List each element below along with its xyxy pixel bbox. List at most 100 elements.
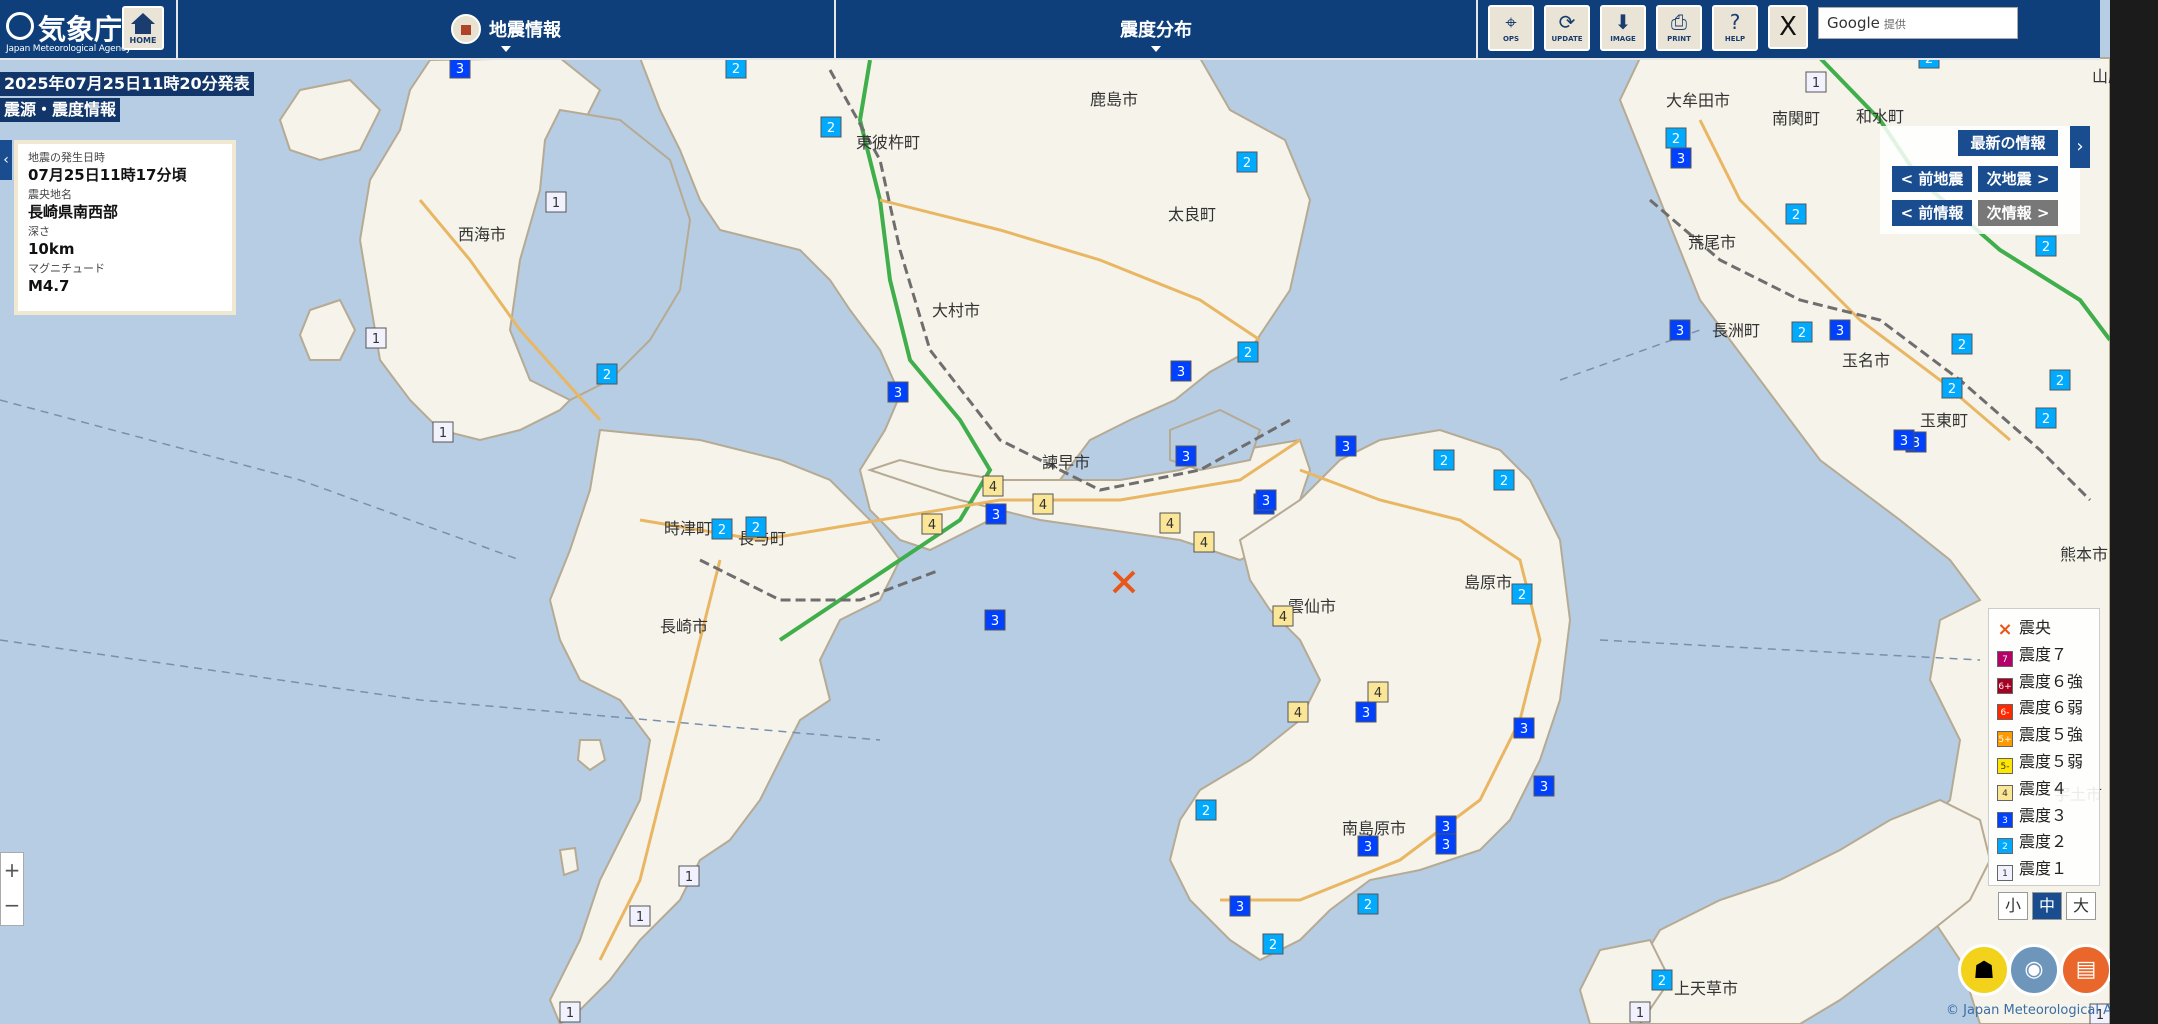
intensity-station-marker[interactable]: 4 <box>1287 701 1309 723</box>
image-button[interactable]: ⬇ IMAGE <box>1600 5 1646 51</box>
intensity-station-marker[interactable]: 1 <box>1629 1001 1651 1023</box>
intensity-station-marker[interactable]: 1 <box>365 327 387 349</box>
intensity-station-marker[interactable]: 2 <box>1511 583 1533 605</box>
x-logo-icon: X <box>1779 12 1797 42</box>
intensity-station-marker[interactable]: 2 <box>1236 151 1258 173</box>
intensity-station-marker[interactable]: 3 <box>1829 319 1851 341</box>
intensity-station-marker[interactable]: 2 <box>1493 469 1515 491</box>
intensity-station-marker[interactable]: 2 <box>1651 969 1673 991</box>
intensity-station-marker[interactable]: 2 <box>1951 333 1973 355</box>
intensity-station-marker[interactable]: 3 <box>1893 429 1915 451</box>
city-label: 和水町 <box>1856 107 1904 126</box>
intensity-station-marker[interactable]: 2 <box>1357 893 1379 915</box>
intensity-station-marker[interactable]: 2 <box>1237 341 1259 363</box>
station-intensity: 2 <box>1958 338 1966 353</box>
more-button[interactable]: ◉ <box>2008 944 2060 996</box>
ops-button[interactable]: ⌖ OPS <box>1488 5 1534 51</box>
intensity-station-marker[interactable]: 1 <box>545 191 567 213</box>
update-button[interactable]: ⟳ UPDATE <box>1544 5 1590 51</box>
manual-button[interactable]: ▤ <box>2060 944 2112 996</box>
intensity-station-marker[interactable]: 3 <box>1533 775 1555 797</box>
intensity-station-marker[interactable]: 4 <box>982 475 1004 497</box>
intensity-station-marker[interactable]: 2 <box>1433 449 1455 471</box>
intensity-station-marker[interactable]: 4 <box>1159 512 1181 534</box>
intensity-station-marker[interactable]: 2 <box>1262 933 1284 955</box>
tab-intensity-distribution[interactable]: 震度分布 <box>836 0 1476 58</box>
x-share-button[interactable]: X <box>1768 5 1808 49</box>
intensity-station-marker[interactable]: 3 <box>1229 895 1251 917</box>
intensity-station-marker[interactable]: 2 <box>1941 377 1963 399</box>
intensity-station-marker[interactable]: 3 <box>1170 360 1192 382</box>
intensity-station-marker[interactable]: 4 <box>1193 531 1215 553</box>
intensity-station-marker[interactable]: 3 <box>985 503 1007 525</box>
tab-quake-info[interactable]: 地震情報 <box>178 0 834 58</box>
intensity-station-marker[interactable]: 2 <box>1791 321 1813 343</box>
size-small-button[interactable]: 小 <box>1998 892 2028 920</box>
intensity-station-marker[interactable]: 2 <box>2035 407 2057 429</box>
intensity-station-marker[interactable]: 1 <box>629 905 651 927</box>
screen-bezel <box>2110 0 2158 1024</box>
chevron-right-icon: › <box>2076 136 2084 157</box>
intensity-station-marker[interactable]: 1 <box>678 865 700 887</box>
guide-button[interactable]: ☗ <box>1958 944 2010 996</box>
intensity-station-marker[interactable]: 3 <box>449 57 471 79</box>
intensity-station-marker[interactable]: 3 <box>1175 445 1197 467</box>
intensity-station-marker[interactable]: 2 <box>596 363 618 385</box>
intensity-station-marker[interactable]: 4 <box>921 513 943 535</box>
zoom-out-button[interactable]: − <box>1 888 23 923</box>
intensity-station-marker[interactable]: 2 <box>1195 799 1217 821</box>
intensity-station-marker[interactable]: 3 <box>984 609 1006 631</box>
station-intensity: 3 <box>894 386 902 401</box>
intensity-swatch: 6- <box>1997 704 2013 721</box>
station-intensity: 1 <box>566 1006 574 1021</box>
next-info-button[interactable]: 次情報 > <box>1978 200 2058 226</box>
intensity-station-marker[interactable]: 2 <box>1665 127 1687 149</box>
intensity-station-marker[interactable]: 2 <box>711 518 733 540</box>
legend-item: 5- 震度５弱 <box>1997 749 2083 775</box>
intensity-station-marker[interactable]: 4 <box>1032 493 1054 515</box>
next-quake-button[interactable]: 次地震 > <box>1978 166 2058 192</box>
station-intensity: 4 <box>1374 686 1382 701</box>
prev-info-button[interactable]: < 前情報 <box>1892 200 1972 226</box>
intensity-station-marker[interactable]: 2 <box>1785 203 1807 225</box>
logo-subtitle: Japan Meteorological Agency <box>6 44 131 54</box>
station-intensity: 2 <box>2042 412 2050 427</box>
intensity-station-marker[interactable]: 1 <box>432 421 454 443</box>
intensity-station-marker[interactable]: 3 <box>1513 717 1535 739</box>
download-icon: ⬇ <box>1614 10 1632 34</box>
intensity-station-marker[interactable]: 3 <box>1435 815 1457 837</box>
size-medium-button[interactable]: 中 <box>2032 892 2062 920</box>
jma-logo[interactable]: 気象庁 Japan Meteorological Agency <box>4 6 131 54</box>
map-canvas[interactable]: 鹿島市東彼杵町太良町大村市西海市諫早市時津町長与町長崎市雲仙市島原市南島原市大牟… <box>0 0 2158 1024</box>
intensity-station-marker[interactable]: 2 <box>725 57 747 79</box>
intensity-station-marker[interactable]: 3 <box>1355 701 1377 723</box>
zoom-in-button[interactable]: + <box>1 853 23 888</box>
intensity-station-marker[interactable]: 3 <box>1357 835 1379 857</box>
collapse-left-button[interactable]: ‹ <box>0 140 12 180</box>
prev-quake-button[interactable]: < 前地震 <box>1892 166 1972 192</box>
intensity-station-marker[interactable]: 2 <box>2049 369 2071 391</box>
latest-info-button[interactable]: 最新の情報 <box>1958 130 2058 156</box>
intensity-station-marker[interactable]: 3 <box>887 381 909 403</box>
expand-right-button[interactable]: › <box>2070 126 2090 168</box>
intensity-station-marker[interactable]: 3 <box>1255 489 1277 511</box>
home-button[interactable]: HOME <box>122 6 164 50</box>
intensity-station-marker[interactable]: 2 <box>745 516 767 538</box>
intensity-station-marker[interactable]: 1 <box>1805 71 1827 93</box>
person-guide-icon: ☗ <box>1973 956 1995 984</box>
intensity-station-marker[interactable]: 4 <box>1272 605 1294 627</box>
intensity-station-marker[interactable]: 1 <box>559 1001 581 1023</box>
legend-item: 7 震度７ <box>1997 642 2067 668</box>
intensity-station-marker[interactable]: 3 <box>1335 435 1357 457</box>
intensity-station-marker[interactable]: 3 <box>1670 147 1692 169</box>
city-label: 雲仙市 <box>1288 597 1336 616</box>
size-large-button[interactable]: 大 <box>2066 892 2096 920</box>
intensity-station-marker[interactable]: 3 <box>1669 319 1691 341</box>
intensity-station-marker[interactable]: 4 <box>1367 681 1389 703</box>
intensity-station-marker[interactable]: 3 <box>1435 833 1457 855</box>
intensity-station-marker[interactable]: 2 <box>2035 235 2057 257</box>
help-button[interactable]: ? HELP <box>1712 5 1758 51</box>
print-button[interactable]: ⎙ PRINT <box>1656 5 1702 51</box>
google-search-box[interactable]: Google 提供 <box>1818 7 2018 39</box>
intensity-station-marker[interactable]: 2 <box>820 116 842 138</box>
